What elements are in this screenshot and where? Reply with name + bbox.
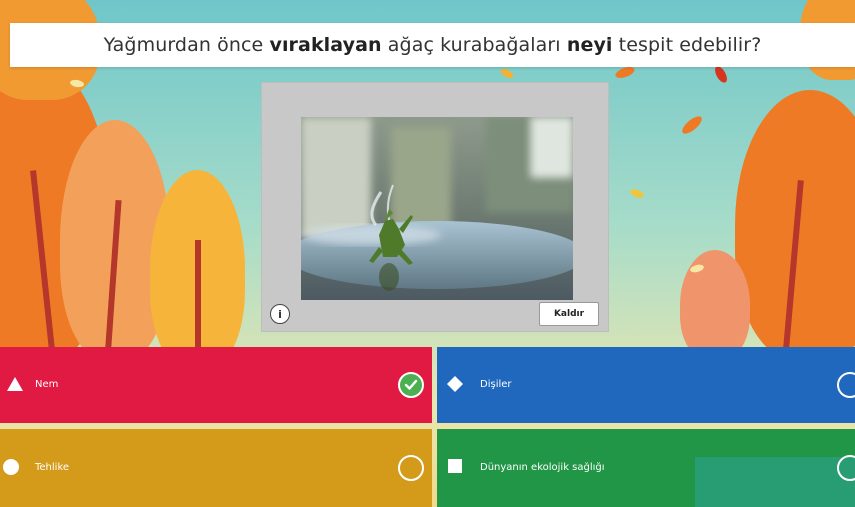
question-emphasis: vıraklayan xyxy=(269,34,382,56)
answer-label: Dünyanın ekolojik sağlığı xyxy=(480,462,605,473)
answer-select-circle[interactable] xyxy=(837,372,855,398)
question-media: i Kaldır xyxy=(261,82,609,332)
diamond-icon xyxy=(447,376,463,392)
answer-option-3[interactable]: Tehlike xyxy=(0,429,432,507)
question-emphasis: neyi xyxy=(566,34,613,56)
answer-option-1[interactable]: Nem xyxy=(0,347,432,423)
answer-select-circle[interactable] xyxy=(398,455,424,481)
answer-overlay xyxy=(695,457,855,507)
frog-photo xyxy=(301,117,573,300)
answer-option-4[interactable]: Dünyanın ekolojik sağlığı xyxy=(437,429,855,507)
answer-option-2[interactable]: Dişiler xyxy=(437,347,855,423)
square-icon xyxy=(448,459,462,473)
triangle-icon xyxy=(7,377,23,391)
answer-label: Nem xyxy=(35,379,59,390)
circle-icon xyxy=(3,459,19,475)
frog-photo-image xyxy=(301,117,573,300)
checkmark-glyph xyxy=(404,379,418,390)
remove-media-button[interactable]: Kaldır xyxy=(539,302,599,326)
question-bar: Yağmurdan önce vıraklayan ağaç kurabağal… xyxy=(10,23,855,67)
question-text: Yağmurdan önce vıraklayan ağaç kurabağal… xyxy=(104,34,762,56)
answer-label: Tehlike xyxy=(35,462,70,473)
tree-trunk xyxy=(195,240,201,360)
check-icon[interactable] xyxy=(398,372,424,398)
question-text-part: Yağmurdan önce xyxy=(103,34,270,56)
answer-label: Dişiler xyxy=(480,379,512,390)
question-text-part: ağaç kurabağaları xyxy=(381,34,567,56)
info-icon[interactable]: i xyxy=(270,304,290,324)
question-text-part: tespit edebilir? xyxy=(612,34,762,56)
answer-grid: Nem Dişiler Tehlike Dünyanın ekolojik sa… xyxy=(0,347,855,507)
